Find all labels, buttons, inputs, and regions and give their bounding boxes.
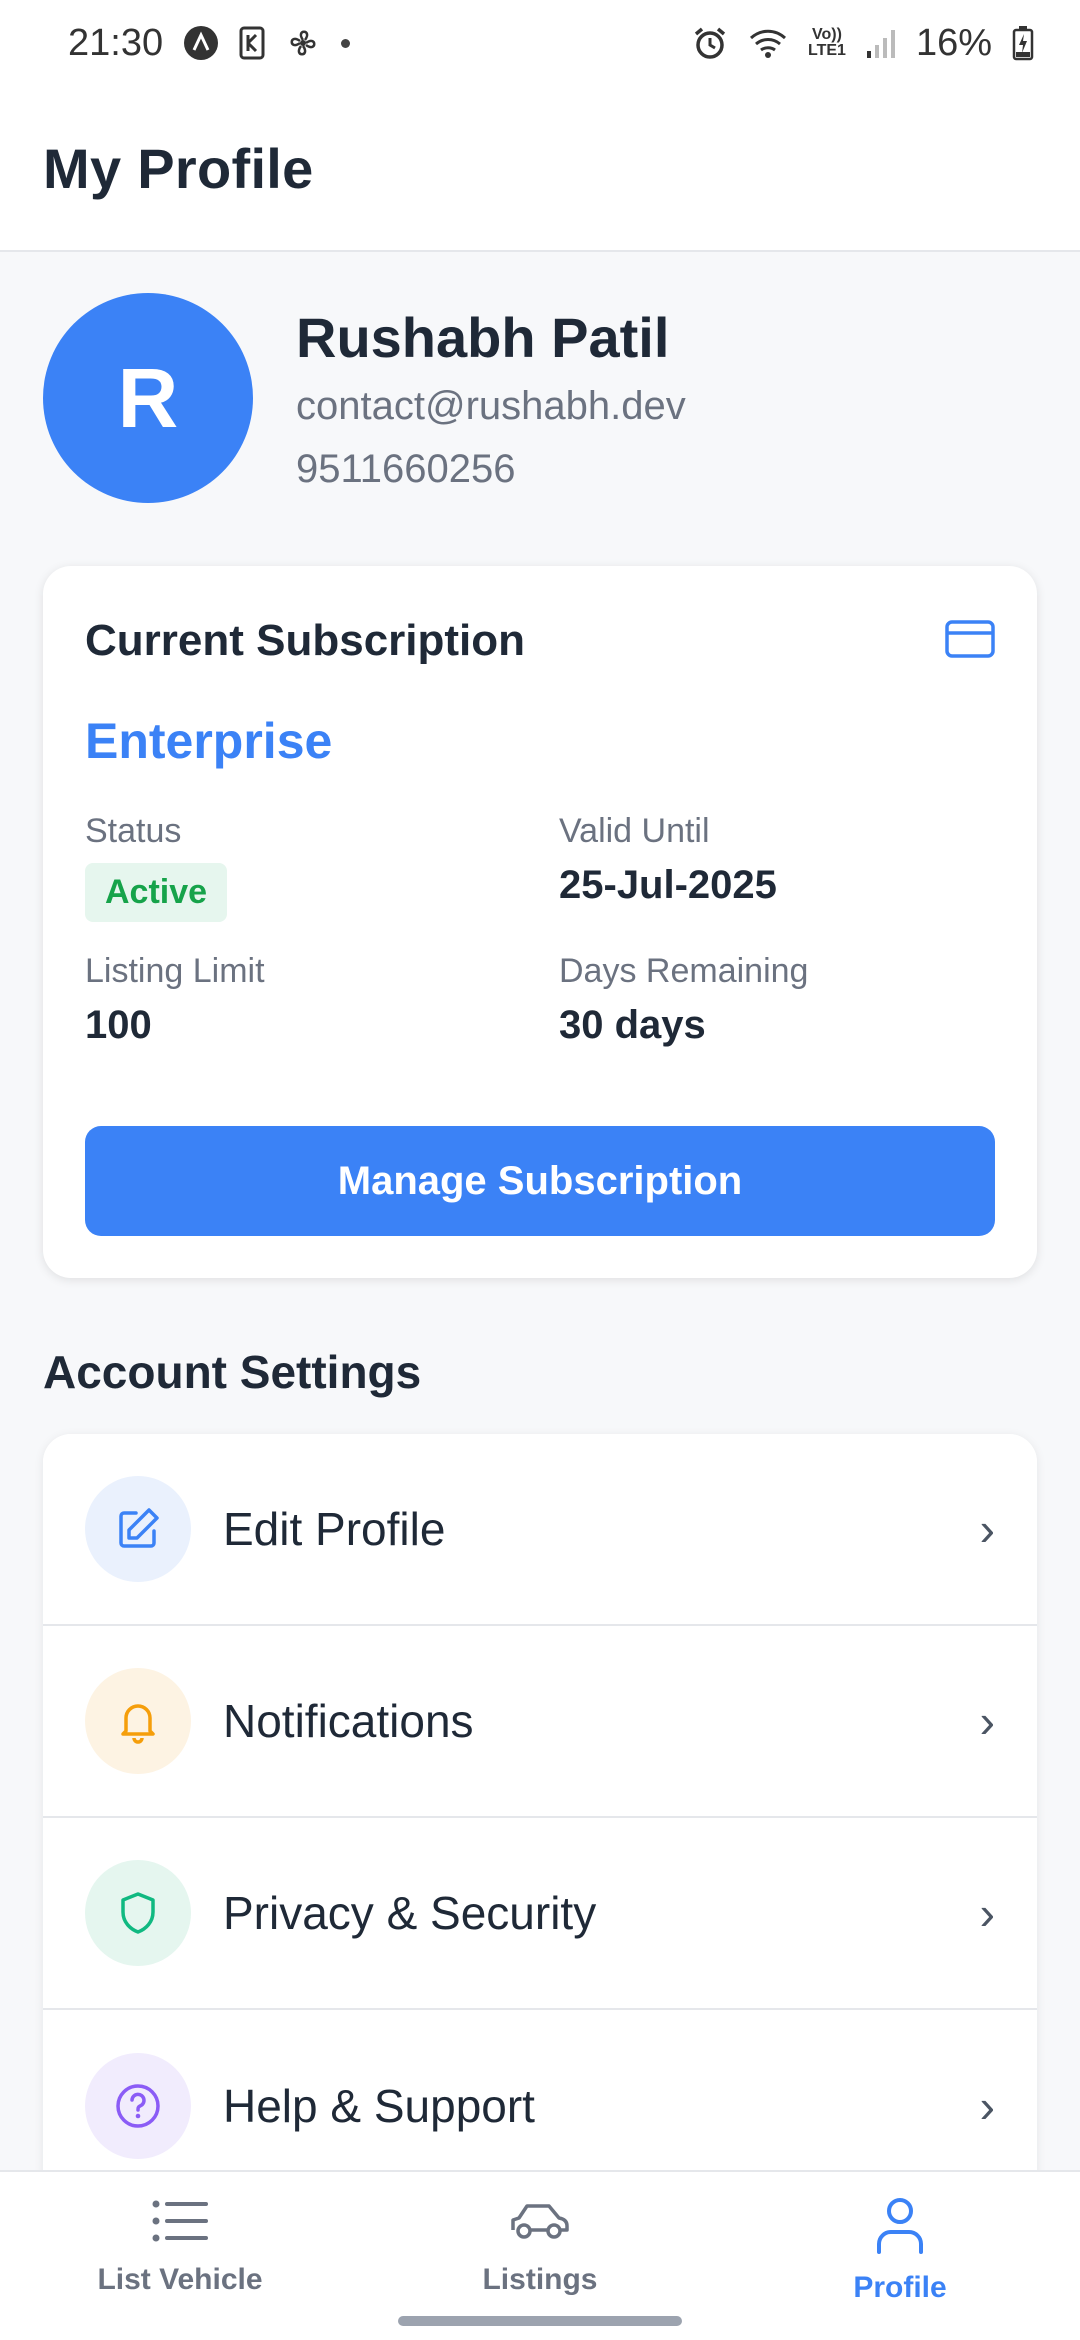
profile-phone: 9511660256 <box>296 446 516 491</box>
settings-item-notifications[interactable]: Notifications › <box>43 1626 1037 1818</box>
bottom-nav: List Vehicle Listings Profile <box>0 2170 1080 2340</box>
subscription-title: Current Subscription <box>85 616 526 665</box>
status-left: 21:30 <box>68 21 351 65</box>
chevron-right-icon: › <box>979 2080 995 2132</box>
listing-limit-field: Listing Limit 100 <box>85 952 559 1048</box>
user-icon <box>875 2196 925 2259</box>
status-bar: 21:30 Vo)) LTE1 16% <box>0 0 1080 86</box>
profile-info: Rushabh Patil contact@rushabh.dev 951166… <box>296 305 686 492</box>
status-label: Status <box>85 812 182 850</box>
account-settings-title: Account Settings <box>43 1346 422 1398</box>
settings-item-label: Notifications <box>223 1695 474 1747</box>
signal-icon <box>866 27 896 59</box>
app-header: My Profile <box>0 86 1080 252</box>
nav-profile[interactable]: Profile <box>750 2196 1050 2305</box>
nav-label: Listings <box>482 2263 598 2296</box>
settings-item-privacy-security[interactable]: Privacy & Security › <box>43 1818 1037 2010</box>
manage-subscription-button[interactable]: Manage Subscription <box>85 1126 995 1236</box>
edit-icon <box>85 1476 191 1582</box>
chevron-right-icon: › <box>979 1695 995 1747</box>
valid-until-value: 25-Jul-2025 <box>559 863 777 907</box>
fan-notification-icon <box>285 25 321 61</box>
list-icon <box>150 2196 210 2251</box>
subscription-header: Current Subscription <box>85 616 995 666</box>
avatar-initial: R <box>117 350 179 445</box>
status-badge: Active <box>85 863 228 922</box>
settings-item-edit-profile[interactable]: Edit Profile › <box>43 1434 1037 1626</box>
volte-icon: Vo)) LTE1 <box>808 26 846 59</box>
wifi-icon <box>748 26 788 60</box>
profile-email: contact@rushabh.dev <box>296 383 686 428</box>
home-indicator[interactable] <box>398 2316 682 2326</box>
settings-item-label: Help & Support <box>223 2080 535 2132</box>
avatar: R <box>43 293 253 503</box>
days-remaining-field: Days Remaining 30 days <box>559 952 995 1048</box>
plan-name: Enterprise <box>85 713 333 769</box>
subscription-card: Current Subscription Enterprise Status A… <box>43 566 1037 1278</box>
battery-percent: 16% <box>915 21 992 64</box>
credit-card-icon <box>945 619 995 663</box>
status-field: Status Active <box>85 812 559 922</box>
days-remaining-label: Days Remaining <box>559 952 809 990</box>
bell-icon <box>85 1668 191 1774</box>
valid-until-field: Valid Until 25-Jul-2025 <box>559 812 995 922</box>
help-icon <box>85 2053 191 2159</box>
settings-item-label: Privacy & Security <box>223 1887 597 1939</box>
chevron-right-icon: › <box>979 1503 995 1555</box>
alarm-icon <box>692 25 728 61</box>
app-notification-icon <box>183 25 219 61</box>
days-remaining-value: 30 days <box>559 1003 706 1047</box>
listing-limit-label: Listing Limit <box>85 952 265 990</box>
profile-section: R Rushabh Patil contact@rushabh.dev 9511… <box>43 293 686 503</box>
nav-label: Profile <box>853 2271 947 2304</box>
more-notifications-dot <box>341 38 351 48</box>
nav-list-vehicle[interactable]: List Vehicle <box>30 2196 330 2297</box>
nav-label: List Vehicle <box>97 2263 263 2296</box>
settings-list: Edit Profile › Notifications › Privacy &… <box>43 1434 1037 2202</box>
battery-icon <box>1012 25 1034 61</box>
subscription-details: Status Active Valid Until 25-Jul-2025 Li… <box>85 812 995 1048</box>
page-title: My Profile <box>43 136 314 200</box>
settings-item-label: Edit Profile <box>223 1503 446 1555</box>
profile-name: Rushabh Patil <box>296 305 670 369</box>
status-time: 21:30 <box>68 21 164 64</box>
nav-listings[interactable]: Listings <box>390 2196 690 2297</box>
car-icon <box>509 2196 571 2251</box>
status-right: Vo)) LTE1 16% <box>692 22 1034 65</box>
chevron-right-icon: › <box>979 1887 995 1939</box>
kite-notification-icon <box>239 26 265 60</box>
valid-until-label: Valid Until <box>559 812 710 850</box>
shield-icon <box>85 1860 191 1966</box>
listing-limit-value: 100 <box>85 1003 152 1047</box>
